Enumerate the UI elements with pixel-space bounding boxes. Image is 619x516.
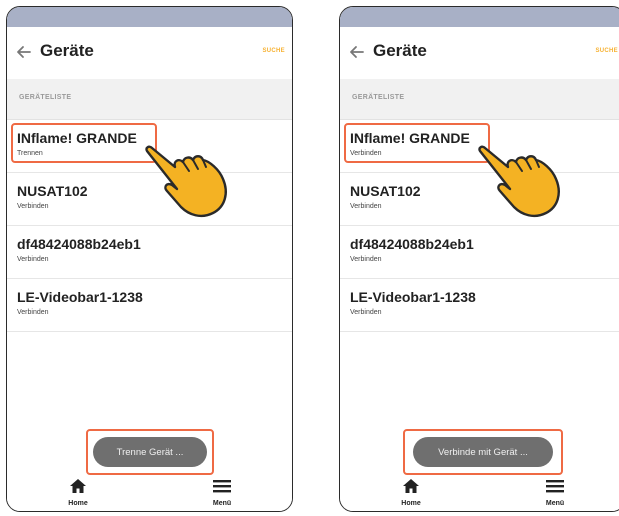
device-item[interactable]: LE-Videobar1-1238 Verbinden bbox=[340, 279, 619, 332]
phone-screen-connect: Geräte SUCHE GERÄTELISTE INflame! GRANDE… bbox=[339, 6, 619, 512]
device-item[interactable]: df48424088b24eb1 Verbinden bbox=[7, 226, 292, 279]
device-item[interactable]: LE-Videobar1-1238 Verbinden bbox=[7, 279, 292, 332]
back-arrow-icon[interactable] bbox=[15, 43, 33, 61]
device-item[interactable]: df48424088b24eb1 Verbinden bbox=[340, 226, 619, 279]
device-name: LE-Videobar1-1238 bbox=[17, 289, 143, 305]
toast-highlight-frame bbox=[86, 429, 214, 475]
status-bar bbox=[340, 7, 619, 27]
nav-home[interactable]: Home bbox=[391, 478, 431, 507]
status-bar bbox=[7, 7, 292, 27]
nav-home-label: Home bbox=[68, 500, 88, 507]
device-highlight-frame bbox=[11, 123, 157, 163]
device-status: Verbinden bbox=[17, 309, 49, 316]
nav-home-label: Home bbox=[401, 500, 421, 507]
nav-menu-label: Menü bbox=[545, 500, 565, 507]
pointing-hand-icon bbox=[478, 145, 560, 218]
page-title: Geräte bbox=[373, 41, 427, 60]
pointing-hand-icon bbox=[145, 145, 227, 218]
nav-menu[interactable]: Menü bbox=[535, 478, 575, 507]
device-status: Verbinden bbox=[350, 256, 382, 263]
section-header-label: GERÄTELISTE bbox=[352, 94, 405, 101]
app-bar: Geräte SUCHE bbox=[7, 27, 292, 80]
device-name: NUSAT102 bbox=[350, 183, 421, 199]
device-name: NUSAT102 bbox=[17, 183, 88, 199]
section-header: GERÄTELISTE bbox=[7, 79, 292, 120]
nav-menu-label: Menü bbox=[212, 500, 232, 507]
back-arrow-icon[interactable] bbox=[348, 43, 366, 61]
device-status: Verbinden bbox=[17, 203, 49, 210]
page-title: Geräte bbox=[40, 41, 94, 60]
nav-menu[interactable]: Menü bbox=[202, 478, 242, 507]
device-status: Verbinden bbox=[350, 203, 382, 210]
phone-screen-disconnect: Geräte SUCHE GERÄTELISTE INflame! GRANDE… bbox=[6, 6, 293, 512]
bottom-nav: Home Menü bbox=[7, 476, 292, 511]
device-status: Verbinden bbox=[17, 256, 49, 263]
nav-home[interactable]: Home bbox=[58, 478, 98, 507]
device-highlight-frame bbox=[344, 123, 490, 163]
toast-highlight-frame bbox=[403, 429, 563, 475]
device-name: df48424088b24eb1 bbox=[350, 236, 474, 252]
device-name: LE-Videobar1-1238 bbox=[350, 289, 476, 305]
menu-icon bbox=[213, 480, 231, 493]
search-action-button[interactable]: SUCHE bbox=[595, 48, 618, 54]
menu-icon bbox=[546, 480, 564, 493]
section-header-label: GERÄTELISTE bbox=[19, 94, 72, 101]
search-action-button[interactable]: SUCHE bbox=[262, 48, 285, 54]
section-header: GERÄTELISTE bbox=[340, 79, 619, 120]
device-name: df48424088b24eb1 bbox=[17, 236, 141, 252]
device-status: Verbinden bbox=[350, 309, 382, 316]
bottom-nav: Home Menü bbox=[340, 476, 619, 511]
home-icon bbox=[70, 479, 86, 493]
home-icon bbox=[403, 479, 419, 493]
app-bar: Geräte SUCHE bbox=[340, 27, 619, 80]
